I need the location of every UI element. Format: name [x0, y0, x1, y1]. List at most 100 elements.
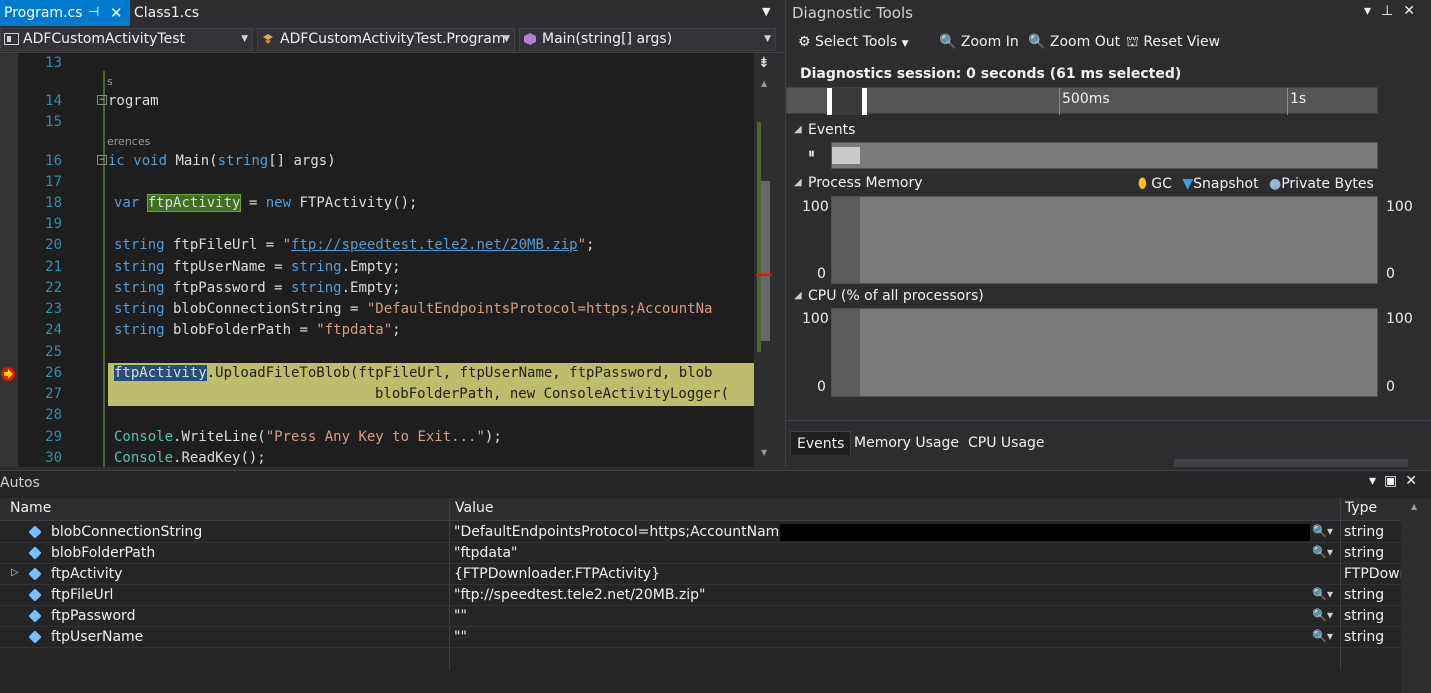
zoom-in-button[interactable]: 🔍 Zoom In	[939, 34, 1019, 50]
text-visualizer-icon[interactable]: 🔍▾	[1312, 524, 1333, 538]
panel-dropdown-icon[interactable]: ▾	[1369, 473, 1384, 489]
member-dropdown[interactable]: Main(string[] args) ▼	[519, 28, 776, 51]
reset-view-button[interactable]: ⛫ Reset View	[1126, 34, 1220, 52]
cpu-y-min: 0	[817, 379, 826, 395]
variable-value[interactable]: ""	[454, 608, 467, 624]
tab-program-cs[interactable]: Program.cs ⊣ ✕	[0, 0, 130, 26]
collapse-toggle[interactable]: −	[97, 95, 107, 105]
scroll-up-icon[interactable]: ▲	[761, 79, 767, 88]
autos-row[interactable]: ftpUserName "" 🔍▾ string	[0, 627, 1401, 648]
code-text: .WriteLine(	[173, 429, 266, 445]
tick-label: 1s	[1290, 91, 1307, 107]
code-line-24: string blobFolderPath = "ftpdata";	[114, 322, 401, 338]
close-icon[interactable]: ✕	[1403, 3, 1425, 19]
variable-value[interactable]: "ftpdata"	[454, 545, 517, 561]
keyword: var	[114, 195, 140, 211]
class-name: ADFCustomActivityTest.Program	[280, 31, 506, 47]
keyword: string	[291, 259, 342, 275]
panel-dropdown-icon[interactable]: ▾	[1364, 3, 1381, 19]
close-icon[interactable]: ✕	[110, 0, 123, 26]
scroll-up-icon[interactable]: ▲	[1411, 502, 1417, 511]
autos-row[interactable]: ftpFileUrl "ftp://speedtest.tele2.net/20…	[0, 585, 1401, 606]
text-visualizer-icon[interactable]: 🔍▾	[1312, 629, 1333, 643]
collapse-toggle[interactable]: −	[97, 155, 107, 165]
variable-type: string	[1344, 629, 1385, 645]
tab-class1-cs[interactable]: Class1.cs	[130, 0, 210, 26]
column-type[interactable]: Type	[1345, 500, 1377, 516]
change-tracking-bar	[103, 71, 105, 467]
cpu-graph[interactable]	[831, 308, 1378, 397]
line-number: 30	[45, 450, 62, 466]
column-value[interactable]: Value	[455, 500, 493, 516]
tab-cpu-usage[interactable]: CPU Usage	[962, 431, 1051, 455]
divider	[786, 420, 1431, 421]
autos-vertical-scrollbar[interactable]: ▲	[1401, 498, 1431, 693]
variable-value[interactable]: "ftp://speedtest.tele2.net/20MB.zip"	[454, 587, 705, 603]
autos-row[interactable]: blobFolderPath "ftpdata" 🔍▾ string	[0, 543, 1401, 564]
unselected-range	[832, 309, 860, 396]
text-visualizer-icon[interactable]: 🔍▾	[1312, 545, 1333, 559]
expand-icon[interactable]: ▷	[11, 567, 19, 578]
maximize-icon[interactable]: ▣	[1384, 473, 1405, 489]
class-dropdown[interactable]: ADFCustomActivityTest.Program ▼	[257, 28, 515, 51]
variable-value[interactable]: {FTPDownloader.FTPActivity}	[454, 566, 660, 582]
process-memory-graph[interactable]	[831, 196, 1378, 284]
codelens-references[interactable]: erences	[107, 135, 150, 148]
tab-events[interactable]: Events	[790, 431, 852, 455]
code-line-30: Console.ReadKey();	[114, 450, 266, 466]
keyword: string	[217, 153, 269, 169]
code-line-22: string ftpPassword = string.Empty;	[114, 280, 401, 296]
selection-end-handle[interactable]	[862, 88, 867, 115]
tab-label: Events	[797, 436, 845, 452]
autos-row[interactable]: ▷ ftpActivity {FTPDownloader.FTPActivity…	[0, 564, 1401, 585]
project-dropdown[interactable]: ADFCustomActivityTest ▼	[0, 28, 253, 51]
code-text: .Empty;	[341, 280, 401, 296]
reset-view-label: Reset View	[1143, 34, 1221, 50]
autos-row[interactable]: blobConnectionString "DefaultEndpointsPr…	[0, 522, 1401, 543]
timeline-selection[interactable]	[832, 88, 862, 115]
column-name[interactable]: Name	[10, 500, 51, 516]
url-link[interactable]: ftp://speedtest.tele2.net/20MB.zip	[291, 237, 578, 253]
legend-private-bytes: Private Bytes	[1281, 176, 1374, 192]
text-visualizer-icon[interactable]: 🔍▾	[1312, 587, 1333, 601]
string-literal: "	[577, 237, 587, 253]
split-editor-icon[interactable]: ⇟	[758, 55, 770, 71]
collapse-arrow-icon[interactable]: ◢	[794, 290, 802, 301]
timeline-ruler[interactable]: 500ms 1s	[786, 87, 1378, 115]
variable-value[interactable]: "DefaultEndpointsProtocol=https;AccountN…	[454, 524, 784, 540]
tick-label: 500ms	[1062, 91, 1110, 107]
text-visualizer-icon[interactable]: 🔍▾	[1312, 608, 1333, 622]
code-line-18: var ftpActivity = new FTPActivity();	[114, 194, 417, 212]
breakpoint-margin[interactable]	[0, 53, 18, 467]
zoom-out-button[interactable]: 🔍 Zoom Out	[1028, 34, 1120, 50]
keyword: string	[114, 237, 165, 253]
close-icon[interactable]: ✕	[1405, 473, 1425, 489]
keyword: string	[114, 280, 165, 296]
select-tools-button[interactable]: ⚙ Select Tools ▼	[798, 34, 909, 50]
pause-icon[interactable]: ⏸	[808, 146, 815, 162]
editor-vertical-scrollbar[interactable]: ⇟ ▲ ▼	[754, 53, 776, 467]
code-line-14: rogram	[108, 93, 159, 109]
variable-value[interactable]: ""	[454, 629, 467, 645]
diagnostics-session-label: Diagnostics session: 0 seconds (61 ms se…	[800, 66, 1182, 82]
search-events-input[interactable]	[1174, 459, 1408, 467]
scroll-down-icon[interactable]: ▼	[761, 448, 767, 457]
code-editor[interactable]: 13 14 15 16 17 18 19 20 21 22 23 24 25 2…	[0, 53, 776, 467]
execution-pointer-icon[interactable]	[0, 366, 16, 382]
collapse-arrow-icon[interactable]: ◢	[794, 177, 802, 188]
chevron-down-icon: ▼	[503, 34, 510, 44]
code-text: .Empty;	[341, 259, 401, 275]
pin-icon[interactable]: ⊣	[88, 0, 99, 26]
process-memory-title: Process Memory	[808, 175, 923, 191]
events-track[interactable]	[831, 142, 1378, 169]
selected-identifier: ftpActivity	[114, 365, 207, 381]
zoom-in-label: Zoom In	[960, 34, 1019, 50]
collapse-arrow-icon[interactable]: ◢	[794, 124, 802, 135]
tab-memory-usage[interactable]: Memory Usage	[848, 431, 965, 455]
variable-name: blobFolderPath	[51, 545, 156, 561]
pin-icon[interactable]: ⊥	[1381, 3, 1403, 19]
tab-overflow-dropdown-icon[interactable]: ▼	[762, 5, 770, 18]
redacted-block	[780, 524, 1310, 541]
code-text: =	[240, 195, 266, 211]
autos-row[interactable]: ftpPassword "" 🔍▾ string	[0, 606, 1401, 627]
